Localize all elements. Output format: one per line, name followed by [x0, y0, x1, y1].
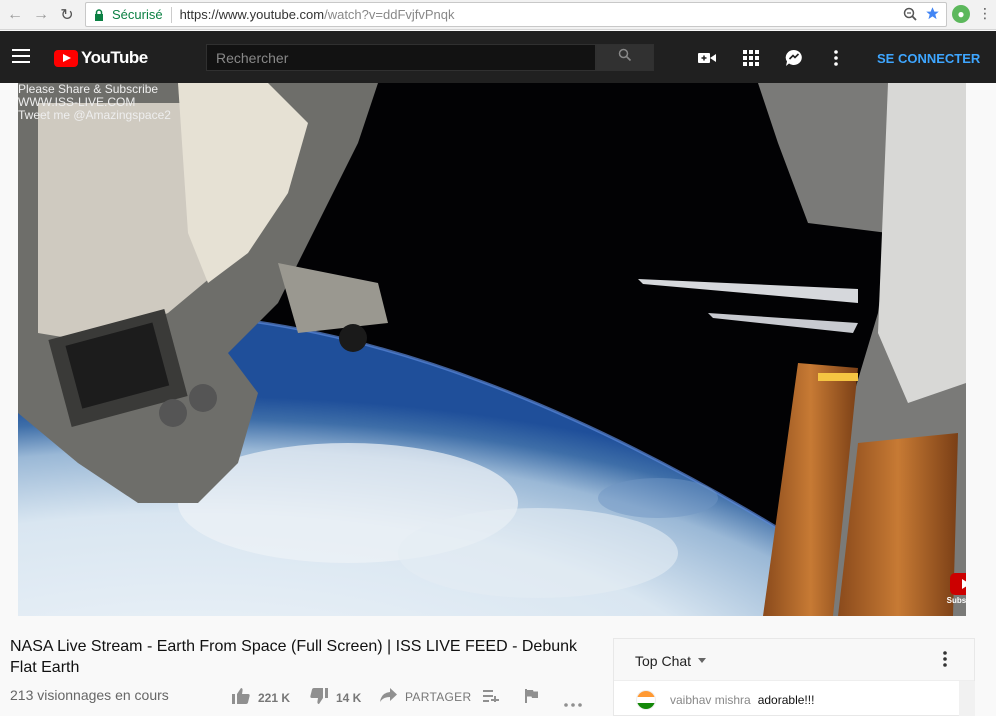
playlist-add-icon	[483, 690, 500, 705]
chat-header: Top Chat	[614, 639, 974, 681]
more-horizontal-icon	[564, 696, 582, 710]
avatar[interactable]	[636, 690, 656, 710]
view-count: 213 visionnages en cours	[10, 687, 169, 703]
add-to-playlist-button[interactable]	[483, 690, 500, 705]
create-video-icon[interactable]	[697, 48, 717, 68]
forward-icon[interactable]: →	[30, 4, 52, 26]
youtube-header: YouTube SE CONNECTER	[0, 31, 996, 83]
search-button[interactable]	[596, 44, 654, 71]
chat-author[interactable]: vaibhav mishra	[670, 693, 751, 707]
more-actions-button[interactable]	[564, 696, 582, 710]
apps-grid-icon[interactable]	[741, 48, 761, 68]
extension-icon[interactable]: ●	[952, 5, 970, 23]
thumbs-up-icon	[232, 688, 250, 707]
bookmark-star-icon[interactable]	[925, 6, 940, 24]
stream-overlay-text: Please Share & Subscribe WWW.ISS-LIVE.CO…	[18, 83, 171, 122]
settings-more-icon[interactable]	[826, 48, 846, 68]
secure-label: Sécurisé	[112, 7, 163, 22]
thumbs-down-icon	[310, 688, 328, 707]
address-bar[interactable]: Sécurisé https://www.youtube.com/watch?v…	[85, 2, 947, 27]
flag-icon	[525, 689, 538, 706]
chat-message: vaibhav mishra adorable!!!	[636, 690, 814, 710]
messages-icon[interactable]	[784, 48, 804, 68]
chevron-down-icon[interactable]	[698, 658, 706, 663]
chat-text: adorable!!!	[757, 693, 815, 707]
subscribe-label: Subscribe	[946, 596, 966, 605]
logo-text: YouTube	[81, 48, 148, 67]
browser-toolbar: ← → ↻ Sécurisé https://www.youtube.com/w…	[0, 0, 996, 30]
divider	[170, 6, 172, 23]
youtube-play-icon	[54, 49, 78, 67]
browser-menu-icon[interactable]: ⋮	[978, 5, 992, 22]
menu-icon[interactable]	[12, 49, 30, 67]
signin-button[interactable]: SE CONNECTER	[877, 51, 980, 66]
dislike-count: 14 K	[336, 690, 362, 705]
share-button[interactable]: PARTAGER	[380, 688, 471, 705]
back-icon[interactable]: ←	[4, 4, 26, 26]
search-icon	[618, 48, 632, 67]
chat-more-icon[interactable]	[943, 651, 947, 667]
search-box	[206, 44, 596, 71]
share-arrow-icon	[380, 688, 397, 705]
subscribe-watermark[interactable]: Subscribe	[946, 573, 966, 609]
search-input[interactable]	[207, 45, 595, 70]
url-host: https://www.youtube.com	[179, 7, 325, 22]
overlay-line: Tweet me @Amazingspace2	[18, 108, 171, 122]
like-count: 221 K	[258, 690, 291, 705]
zoom-icon[interactable]	[903, 7, 917, 24]
chat-mode-selector[interactable]: Top Chat	[635, 653, 691, 669]
live-chat: Top Chat vaibhav mishra adorable!!!	[613, 638, 975, 716]
reload-icon[interactable]: ↻	[56, 4, 78, 26]
dislike-button[interactable]: 14 K	[310, 688, 361, 707]
share-label: PARTAGER	[405, 689, 472, 704]
video-frame	[18, 83, 966, 616]
report-button[interactable]	[525, 689, 538, 706]
video-title: NASA Live Stream - Earth From Space (Ful…	[10, 638, 578, 676]
chat-scrollbar[interactable]	[959, 681, 975, 716]
video-player[interactable]: Please Share & Subscribe WWW.ISS-LIVE.CO…	[18, 83, 966, 616]
like-button[interactable]: 221 K	[232, 688, 290, 707]
youtube-logo[interactable]: YouTube	[54, 48, 148, 68]
youtube-play-icon	[950, 573, 966, 595]
url-path: /watch?v=ddFvjfvPnqk	[324, 7, 455, 22]
lock-icon	[92, 8, 106, 22]
